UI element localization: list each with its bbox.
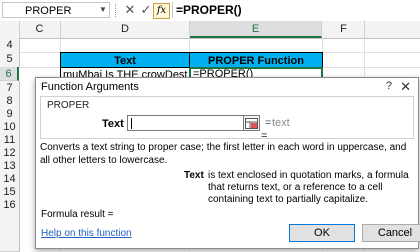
row-header-10[interactable]: 10 <box>0 121 20 135</box>
argument-description: is text enclosed in quotation marks, a f… <box>208 170 409 205</box>
row-header-8[interactable]: 8 <box>0 95 20 109</box>
row-header-5[interactable]: 5 <box>0 52 20 68</box>
x-icon[interactable]: ✕ <box>122 2 138 18</box>
row-header-16[interactable]: 16 <box>0 199 20 252</box>
close-icon[interactable]: ✕ <box>400 79 411 95</box>
formula-bar: PROPER ▼ ✕ ✓ fx =PROPER() <box>0 0 420 22</box>
column-header-e[interactable]: E <box>190 21 322 38</box>
row-header-4[interactable]: 4 <box>0 38 20 53</box>
row-header-12[interactable]: 12 <box>0 147 20 161</box>
dialog-title: Function Arguments <box>41 81 139 93</box>
help-on-function-link[interactable]: Help on this function <box>41 228 132 239</box>
row-header-14[interactable]: 14 <box>0 173 20 187</box>
function-name-label: PROPER <box>47 100 90 111</box>
column-header-f[interactable]: F <box>323 21 365 38</box>
cell-d5-header[interactable]: Text <box>60 52 190 68</box>
arguments-group: PROPER Text = text <box>40 96 414 139</box>
argument-description-name: Text <box>184 170 204 181</box>
row-header-11[interactable]: 11 <box>0 134 20 148</box>
formula-input[interactable]: =PROPER() <box>172 2 418 18</box>
column-header-row: C D E F <box>0 21 420 39</box>
cancel-button[interactable]: Cancel <box>362 224 420 242</box>
function-description: Converts a text string to proper case; t… <box>40 142 407 166</box>
argument-equals: = <box>265 117 272 129</box>
collapse-dialog-button[interactable] <box>244 115 260 131</box>
insert-function-button[interactable]: fx <box>153 3 170 19</box>
select-all-corner[interactable] <box>0 21 20 38</box>
text-cursor <box>131 118 132 129</box>
formula-result-label: Formula result = <box>41 209 114 220</box>
row-header-13[interactable]: 13 <box>0 160 20 174</box>
row-header-9[interactable]: 9 <box>0 108 20 122</box>
cell-e5-header[interactable]: PROPER Function <box>189 52 323 68</box>
column-header-c[interactable]: C <box>19 21 61 38</box>
function-arguments-dialog: Function Arguments ? ✕ PROPER Text = tex… <box>35 77 420 249</box>
help-icon[interactable]: ? <box>386 80 392 92</box>
argument-label: Text <box>102 118 124 130</box>
column-header-d[interactable]: D <box>61 21 190 38</box>
row-header-7[interactable]: 7 <box>0 81 20 96</box>
formula-bar-separator <box>115 4 118 17</box>
row-header-15[interactable]: 15 <box>0 186 20 200</box>
ok-button[interactable]: OK <box>289 224 355 242</box>
chevron-down-icon[interactable]: ▼ <box>99 5 108 15</box>
name-box[interactable]: PROPER <box>2 2 110 18</box>
text-argument-input[interactable] <box>127 115 244 131</box>
row-header-6[interactable]: 6 <box>0 67 19 81</box>
range-select-icon <box>245 118 258 129</box>
check-icon[interactable]: ✓ <box>138 2 154 18</box>
argument-type-hint: text <box>272 117 290 129</box>
